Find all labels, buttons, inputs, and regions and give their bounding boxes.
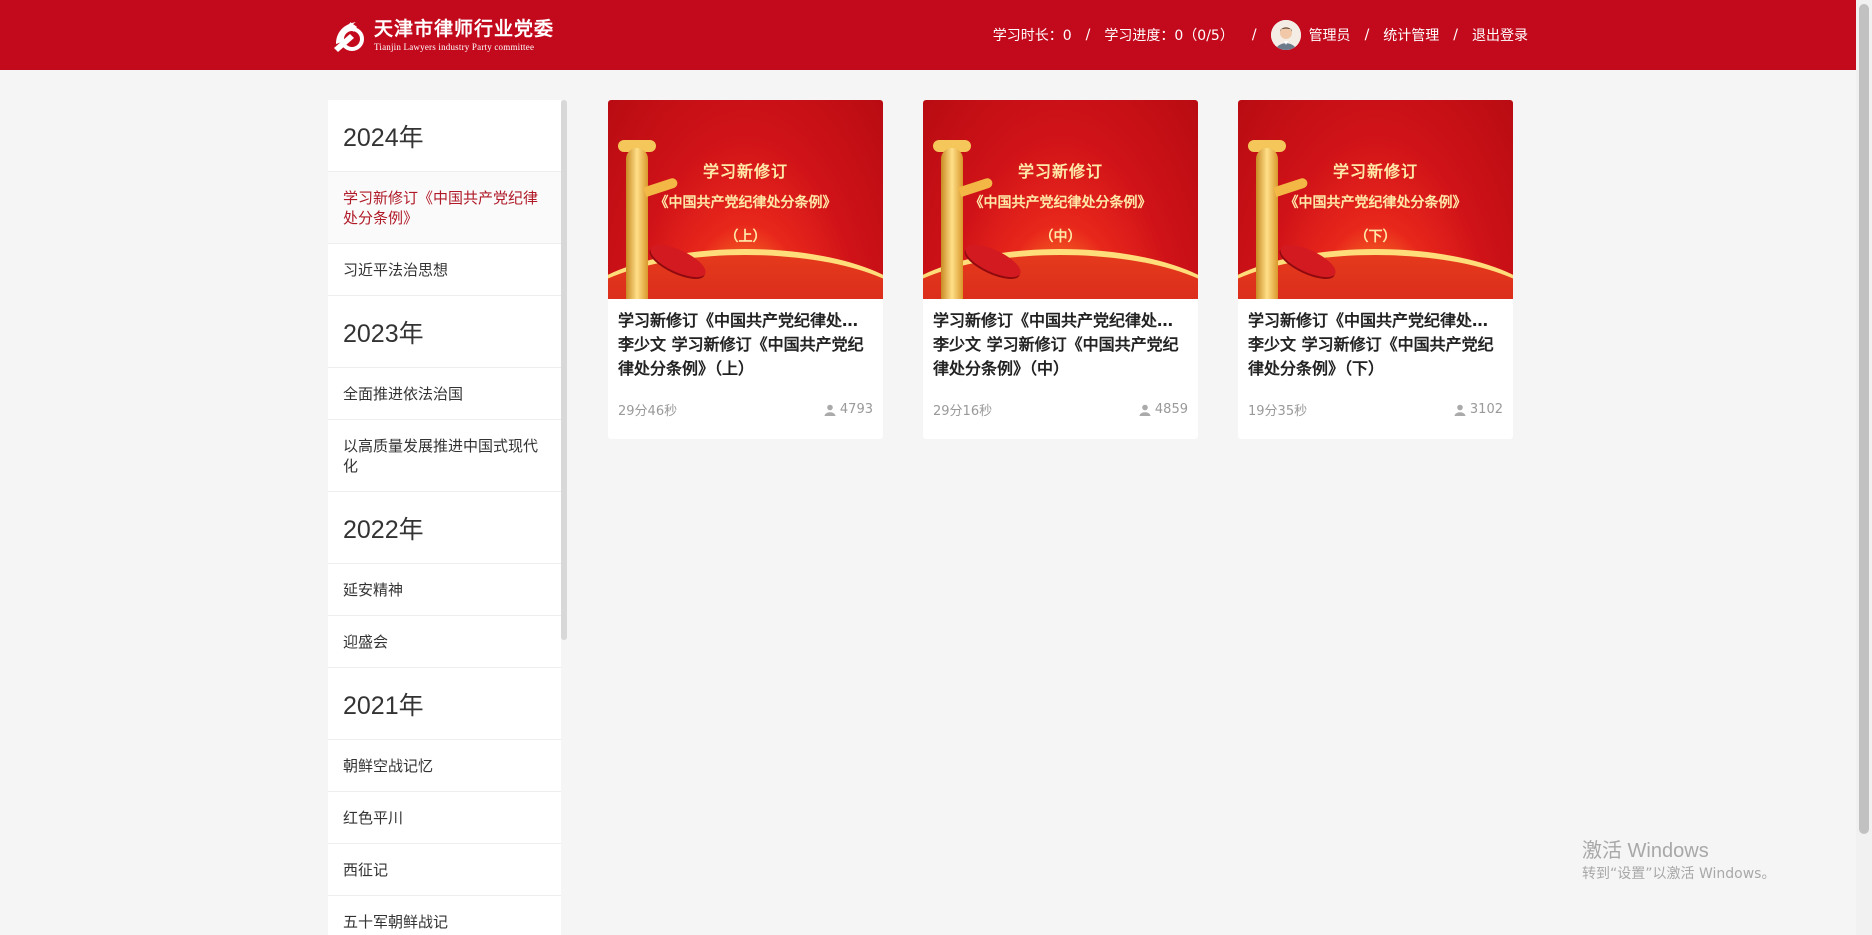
- course-duration: 29分46秒: [618, 404, 678, 419]
- user-avatar-icon: [1270, 20, 1301, 50]
- header-nav: 学习时长：0 / 学习进度：0（0/5） / 管理员 / 统计管理 / 退出登录: [993, 0, 1528, 70]
- year-heading-2021: 2021年: [328, 668, 561, 740]
- sidebar-topic-yanan-spirit[interactable]: 延安精神: [328, 564, 561, 616]
- sidebar-topic-korea-air-war[interactable]: 朝鲜空战记忆: [328, 740, 561, 792]
- nav-separator: /: [1085, 27, 1091, 43]
- view-count: 4793: [824, 402, 873, 417]
- windows-activation-watermark: 激活 Windows 转到“设置”以激活 Windows。: [1582, 838, 1775, 884]
- view-count-value: 4793: [839, 402, 873, 417]
- person-icon: [1454, 404, 1466, 416]
- party-emblem-icon: [334, 22, 364, 52]
- topic-sidebar: 2024年 学习新修订《中国共产党纪律处分条例》 习近平法治思想 2023年 全…: [328, 100, 561, 935]
- study-progress: 学习进度：0（0/5）: [1104, 28, 1234, 44]
- course-title: 学习新修订《中国共产党纪律处分条例》（上）: [618, 311, 873, 330]
- sidebar-topic-modernization[interactable]: 以高质量发展推进中国式现代化: [328, 420, 561, 492]
- logo-english-name: Tianjin Lawyers industry Party committee: [374, 42, 535, 52]
- user-name: 管理员: [1308, 28, 1351, 44]
- stats-management-link[interactable]: 统计管理: [1383, 25, 1439, 45]
- thumbnail-subtitle: 《中国共产党纪律处分条例》: [654, 195, 837, 211]
- logout-link[interactable]: 退出登录: [1472, 25, 1528, 45]
- sidebar-topic-red-pingchuan[interactable]: 红色平川: [328, 792, 561, 844]
- logo-chinese-name: 天津市律师行业党委: [374, 18, 555, 40]
- thumbnail-subtitle: 《中国共产党纪律处分条例》: [1284, 195, 1467, 211]
- view-count: 3102: [1454, 402, 1503, 417]
- course-card[interactable]: 学习新修订 《中国共产党纪律处分条例》 （中） 学习新修订《中国共产党纪律处分条…: [923, 100, 1198, 439]
- course-thumbnail: 学习新修订 《中国共产党纪律处分条例》 （下）: [1238, 100, 1513, 299]
- avatar: [1270, 20, 1301, 50]
- view-count: 4859: [1139, 402, 1188, 417]
- sidebar-topic-western-expedition[interactable]: 西征记: [328, 844, 561, 896]
- course-card[interactable]: 学习新修订 《中国共产党纪律处分条例》 （上） 学习新修订《中国共产党纪律处分条…: [608, 100, 883, 439]
- course-duration: 29分16秒: [933, 404, 993, 419]
- course-duration: 19分35秒: [1248, 404, 1308, 419]
- sidebar-topic-welcome-congress[interactable]: 迎盛会: [328, 616, 561, 668]
- sidebar-topic-discipline-regulations[interactable]: 学习新修订《中国共产党纪律处分条例》: [328, 172, 561, 244]
- nav-separator: /: [1364, 27, 1370, 43]
- course-thumbnail: 学习新修订 《中国共产党纪律处分条例》 （中）: [923, 100, 1198, 299]
- thumbnail-part: （下）: [1354, 229, 1397, 245]
- view-count-value: 4859: [1154, 402, 1188, 417]
- course-thumbnail: 学习新修订 《中国共产党纪律处分条例》 （上）: [608, 100, 883, 299]
- course-card[interactable]: 学习新修订 《中国共产党纪律处分条例》 （下） 学习新修订《中国共产党纪律处分条…: [1238, 100, 1513, 439]
- course-description: 李少文 学习新修订《中国共产党纪律处分条例》（上）: [618, 335, 864, 378]
- study-time: 学习时长：0: [992, 28, 1072, 44]
- site-logo[interactable]: 天津市律师行业党委 Tianjin Lawyers industry Party…: [328, 12, 554, 58]
- course-description: 李少文 学习新修订《中国共产党纪律处分条例》（中）: [933, 335, 1179, 378]
- watermark-title: 激活 Windows: [1582, 840, 1709, 862]
- thumbnail-decor: [1238, 249, 1513, 299]
- thumbnail-part: （上）: [724, 229, 767, 245]
- year-heading-2024: 2024年: [328, 100, 561, 172]
- nav-separator: /: [1251, 27, 1257, 43]
- course-title: 学习新修订《中国共产党纪律处分条例》（中）: [933, 311, 1188, 330]
- thumbnail-subtitle: 《中国共产党纪律处分条例》: [969, 195, 1152, 211]
- sidebar-topic-rule-of-law[interactable]: 全面推进依法治国: [328, 368, 561, 420]
- course-description: 李少文 学习新修订《中国共产党纪律处分条例》（下）: [1248, 335, 1494, 378]
- thumbnail-heading: 学习新修订: [702, 162, 788, 181]
- user-menu[interactable]: 管理员: [1270, 20, 1351, 50]
- course-title: 学习新修订《中国共产党纪律处分条例》（下）: [1248, 311, 1503, 330]
- person-icon: [824, 404, 836, 416]
- nav-separator: /: [1453, 27, 1458, 43]
- page-scrollbar-thumb[interactable]: [1859, 4, 1869, 834]
- sidebar-topic-fiftieth-army[interactable]: 五十军朝鲜战记: [328, 896, 561, 935]
- watermark-subtitle: 转到“设置”以激活 Windows。: [1582, 866, 1776, 882]
- thumbnail-decor: [608, 249, 883, 299]
- year-heading-2022: 2022年: [328, 492, 561, 564]
- sidebar-topic-rule-of-law-thought[interactable]: 习近平法治思想: [328, 244, 561, 296]
- thumbnail-heading: 学习新修订: [1332, 162, 1418, 181]
- view-count-value: 3102: [1469, 402, 1503, 417]
- year-heading-2023: 2023年: [328, 296, 561, 368]
- top-header: 天津市律师行业党委 Tianjin Lawyers industry Party…: [0, 0, 1856, 70]
- sidebar-scrollbar[interactable]: [561, 100, 567, 640]
- person-icon: [1139, 404, 1151, 416]
- thumbnail-heading: 学习新修订: [1017, 162, 1103, 181]
- thumbnail-decor: [923, 249, 1198, 299]
- thumbnail-part: （中）: [1039, 229, 1082, 245]
